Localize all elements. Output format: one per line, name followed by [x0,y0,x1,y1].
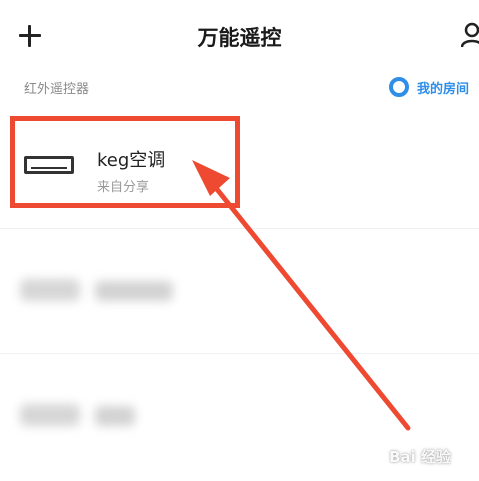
list-item[interactable]: keg空调 来自分享 [0,106,479,229]
list-item[interactable] [0,354,479,481]
my-room-button[interactable]: 我的房间 [388,77,469,97]
air-conditioner-icon [20,279,80,301]
ring-icon [388,77,409,97]
device-name-blurred [95,281,173,301]
device-list: keg空调 来自分享 [0,106,479,481]
device-subtitle: 来自分享 [97,180,150,195]
air-conditioner-icon [20,404,80,426]
header: 万能遥控 [0,0,479,70]
remote-control-screen: 万能遥控 红外遥控器 我的房间 keg空调 来自分享 Bai 经验 [0,0,479,481]
air-conditioner-icon [24,156,74,174]
user-icon[interactable] [461,22,479,48]
device-name: keg空调 [97,150,166,171]
list-item[interactable] [0,229,479,354]
subheader: 红外遥控器 我的房间 [0,70,479,106]
device-name-blurred [95,406,135,426]
my-room-label: 我的房间 [416,81,469,97]
page-title: 万能遥控 [197,26,282,50]
section-label: 红外遥控器 [24,82,90,97]
